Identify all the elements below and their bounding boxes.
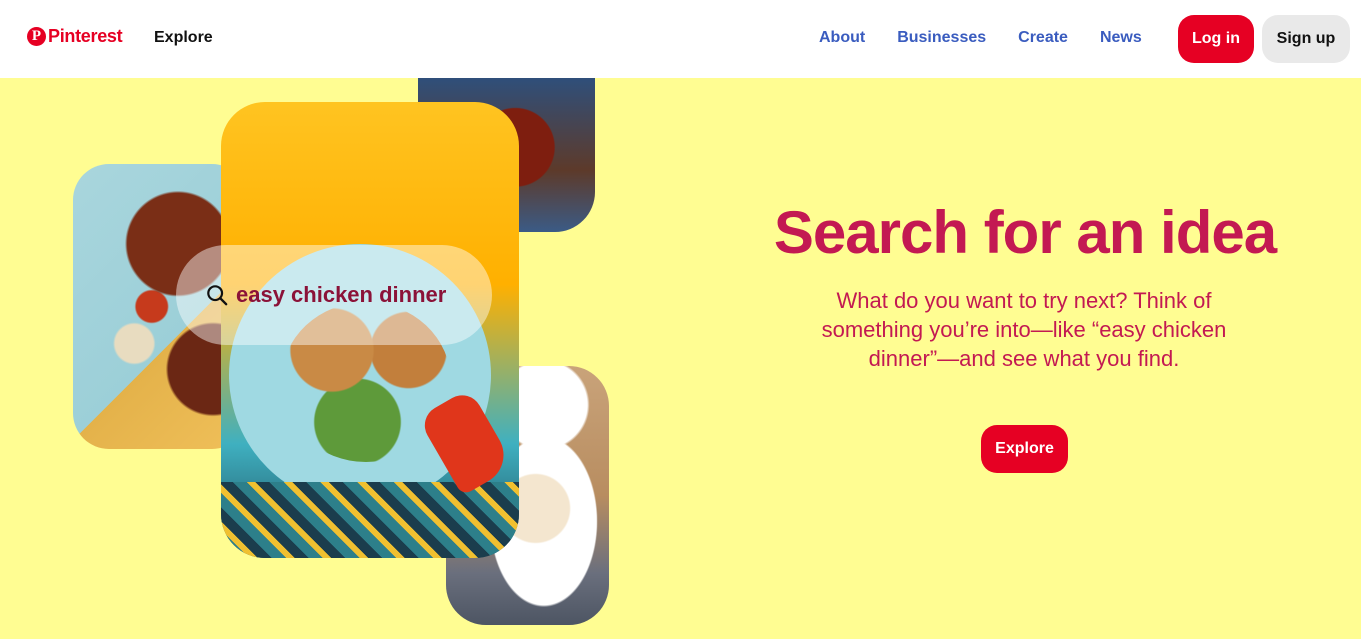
nav-link-create[interactable]: Create — [1018, 29, 1068, 47]
hero-title: Search for an idea — [773, 199, 1277, 266]
nav-link-news[interactable]: News — [1100, 29, 1142, 47]
signup-button[interactable]: Sign up — [1262, 15, 1350, 63]
nav-explore-link[interactable]: Explore — [154, 29, 213, 47]
logo-text: Pinterest — [48, 26, 123, 46]
top-navbar: P Pinterest Explore About Businesses Cre… — [0, 0, 1361, 78]
nav-link-about[interactable]: About — [819, 29, 865, 47]
patterned-tablecloth — [221, 482, 519, 558]
pinterest-logo-icon: P — [27, 27, 46, 46]
nav-links: About Businesses Create News — [819, 29, 1142, 47]
login-button[interactable]: Log in — [1178, 15, 1254, 63]
nav-link-businesses[interactable]: Businesses — [897, 29, 986, 47]
search-icon — [207, 285, 228, 306]
example-search-pill: easy chicken dinner — [176, 245, 492, 345]
pinterest-logo[interactable]: P Pinterest — [27, 26, 123, 47]
hero-description: What do you want to try next? Think of s… — [821, 288, 1227, 371]
explore-button[interactable]: Explore — [981, 425, 1068, 473]
example-search-query: easy chicken dinner — [236, 282, 447, 307]
